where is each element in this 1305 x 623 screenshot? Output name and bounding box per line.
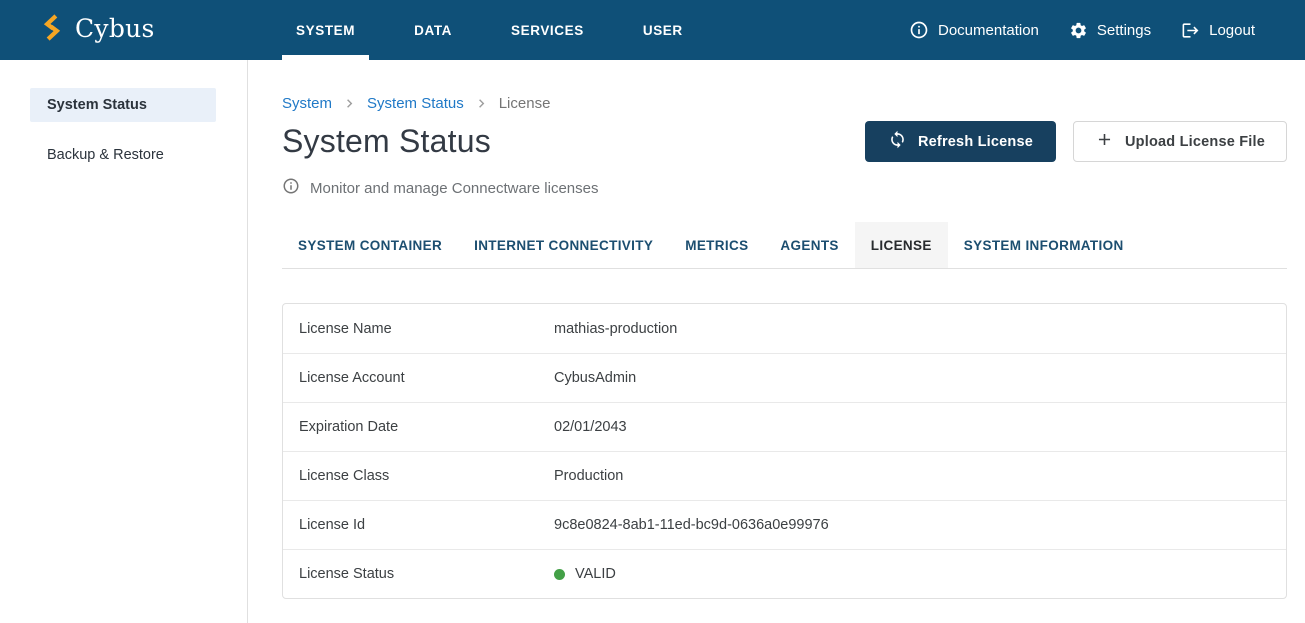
brand-logo[interactable]: Cybus (40, 13, 155, 47)
sidebar-item-backup-restore[interactable]: Backup & Restore (30, 138, 216, 172)
documentation-link[interactable]: Documentation (909, 20, 1039, 40)
documentation-label: Documentation (938, 22, 1039, 39)
logout-link[interactable]: Logout (1181, 21, 1255, 40)
row-value: Production (554, 468, 623, 484)
cybus-logo-icon (40, 13, 64, 47)
breadcrumb-current-license: License (499, 95, 551, 112)
tab-agents[interactable]: AGENTS (764, 222, 854, 268)
row-label: License Status (299, 566, 554, 582)
row-label: License Name (299, 321, 554, 337)
tab-license[interactable]: LICENSE (855, 222, 948, 268)
logout-icon (1181, 21, 1200, 40)
table-row-license-class: License Class Production (283, 451, 1286, 500)
main-content: System System Status License System Stat… (248, 60, 1305, 623)
status-valid-dot-icon (554, 569, 565, 580)
chevron-right-icon (473, 95, 490, 112)
refresh-license-button[interactable]: Refresh License (865, 121, 1056, 162)
nav-item-user[interactable]: USER (629, 0, 697, 60)
main-nav: SYSTEM DATA SERVICES USER (282, 0, 728, 60)
brand-name: Cybus (75, 16, 155, 44)
sidebar: System Status Backup & Restore (0, 60, 248, 623)
tab-internet-connectivity[interactable]: INTERNET CONNECTIVITY (458, 222, 669, 268)
refresh-icon (888, 130, 907, 153)
table-row-license-id: License Id 9c8e0824-8ab1-11ed-bc9d-0636a… (283, 500, 1286, 549)
table-row-license-account: License Account CybusAdmin (283, 353, 1286, 402)
plus-icon (1095, 130, 1114, 153)
breadcrumb-link-system[interactable]: System (282, 95, 332, 112)
refresh-license-label: Refresh License (918, 134, 1033, 150)
nav-item-data[interactable]: DATA (400, 0, 466, 60)
row-label: License Class (299, 468, 554, 484)
title-actions: Refresh License Upload License File (865, 121, 1287, 162)
row-value: VALID (554, 566, 616, 582)
page-subtitle: Monitor and manage Connectware licenses (282, 177, 1287, 199)
nav-item-services[interactable]: SERVICES (497, 0, 598, 60)
tab-system-container[interactable]: SYSTEM CONTAINER (282, 222, 458, 268)
upload-license-button[interactable]: Upload License File (1073, 121, 1287, 162)
status-badge: VALID (575, 566, 616, 582)
tab-metrics[interactable]: METRICS (669, 222, 764, 268)
breadcrumb-link-system-status[interactable]: System Status (367, 95, 464, 112)
chevron-right-icon (341, 95, 358, 112)
settings-label: Settings (1097, 22, 1151, 39)
table-row-license-name: License Name mathias-production (283, 304, 1286, 353)
subtitle-text: Monitor and manage Connectware licenses (310, 180, 599, 197)
top-navbar: Cybus SYSTEM DATA SERVICES USER Document… (0, 0, 1305, 60)
layout: System Status Backup & Restore System Sy… (0, 60, 1305, 623)
settings-link[interactable]: Settings (1069, 21, 1151, 40)
row-value: 02/01/2043 (554, 419, 627, 435)
tab-system-information[interactable]: SYSTEM INFORMATION (948, 222, 1140, 268)
info-icon (909, 20, 929, 40)
page-title: System Status (282, 123, 491, 160)
title-row: System Status Refresh License (282, 121, 1287, 162)
row-label: Expiration Date (299, 419, 554, 435)
row-value: mathias-production (554, 321, 677, 337)
sidebar-item-system-status[interactable]: System Status (30, 88, 216, 122)
info-outline-icon (282, 177, 300, 199)
navbar-actions: Documentation Settings Logout (909, 20, 1255, 40)
gear-icon (1069, 21, 1088, 40)
row-value: CybusAdmin (554, 370, 636, 386)
tabs: SYSTEM CONTAINER INTERNET CONNECTIVITY M… (282, 222, 1287, 269)
logout-label: Logout (1209, 22, 1255, 39)
table-row-license-status: License Status VALID (283, 549, 1286, 598)
upload-license-label: Upload License File (1125, 134, 1265, 150)
nav-item-system[interactable]: SYSTEM (282, 0, 369, 60)
row-label: License Account (299, 370, 554, 386)
row-value: 9c8e0824-8ab1-11ed-bc9d-0636a0e99976 (554, 517, 829, 533)
row-label: License Id (299, 517, 554, 533)
license-table: License Name mathias-production License … (282, 303, 1287, 599)
breadcrumb: System System Status License (282, 95, 1287, 112)
table-row-expiration-date: Expiration Date 02/01/2043 (283, 402, 1286, 451)
